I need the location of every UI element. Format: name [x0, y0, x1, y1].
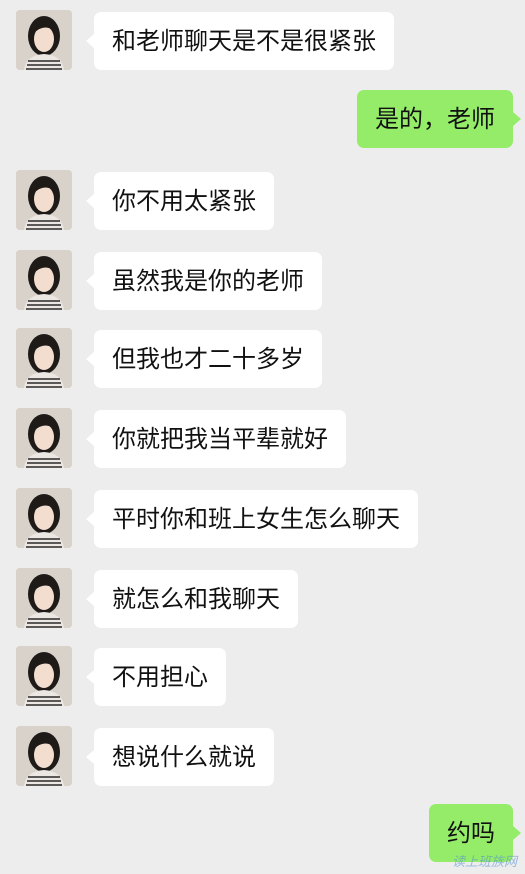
message-row: 平时你和班上女生怎么聊天 — [0, 488, 525, 552]
message-bubble-incoming[interactable]: 虽然我是你的老师 — [86, 252, 322, 310]
message-row: 约吗 — [0, 804, 525, 868]
avatar-image — [16, 328, 72, 388]
avatar[interactable] — [16, 408, 72, 468]
message-row: 就怎么和我聊天 — [0, 568, 525, 632]
avatar[interactable] — [16, 646, 72, 706]
avatar[interactable] — [16, 328, 72, 388]
avatar-image — [16, 408, 72, 468]
message-bubble-incoming[interactable]: 你不用太紧张 — [86, 172, 274, 230]
message-bubble-outgoing[interactable]: 是的，老师 — [357, 90, 521, 148]
message-row: 和老师聊天是不是很紧张 — [0, 10, 525, 74]
message-row: 虽然我是你的老师 — [0, 250, 525, 314]
message-row: 你不用太紧张 — [0, 170, 525, 234]
avatar-image — [16, 568, 72, 628]
message-bubble-incoming[interactable]: 你就把我当平辈就好 — [86, 410, 346, 468]
avatar[interactable] — [16, 568, 72, 628]
avatar-image — [16, 250, 72, 310]
avatar[interactable] — [16, 10, 72, 70]
avatar[interactable] — [16, 170, 72, 230]
avatar-image — [16, 170, 72, 230]
avatar[interactable] — [16, 488, 72, 548]
message-row: 不用担心 — [0, 646, 525, 710]
watermark: 读上班族网 — [451, 855, 517, 870]
chat-window: 和老师聊天是不是很紧张 是的，老师 你不用太紧张 虽然我是你的老师 但我也才二十… — [0, 0, 525, 874]
message-bubble-incoming[interactable]: 和老师聊天是不是很紧张 — [86, 12, 394, 70]
avatar-image — [16, 488, 72, 548]
avatar-image — [16, 726, 72, 786]
avatar-image — [16, 10, 72, 70]
avatar[interactable] — [16, 726, 72, 786]
message-row: 想说什么就说 — [0, 726, 525, 790]
message-row: 你就把我当平辈就好 — [0, 408, 525, 472]
message-bubble-incoming[interactable]: 平时你和班上女生怎么聊天 — [86, 490, 418, 548]
message-row: 是的，老师 — [0, 90, 525, 154]
message-bubble-incoming[interactable]: 想说什么就说 — [86, 728, 274, 786]
message-bubble-incoming[interactable]: 但我也才二十多岁 — [86, 330, 322, 388]
avatar[interactable] — [16, 250, 72, 310]
message-row: 但我也才二十多岁 — [0, 328, 525, 392]
message-bubble-incoming[interactable]: 就怎么和我聊天 — [86, 570, 298, 628]
avatar-image — [16, 646, 72, 706]
message-bubble-incoming[interactable]: 不用担心 — [86, 648, 226, 706]
